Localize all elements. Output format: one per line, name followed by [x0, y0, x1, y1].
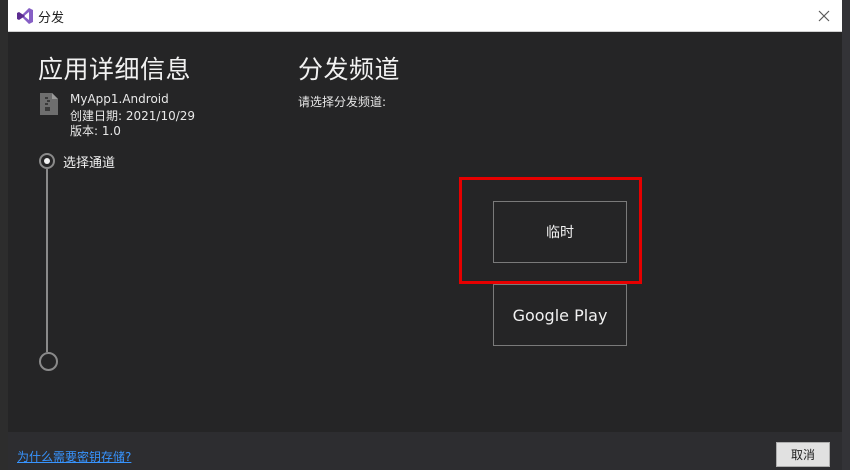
app-details-heading: 应用详细信息	[38, 55, 192, 84]
visual-studio-icon	[17, 8, 33, 24]
app-version: 版本: 1.0	[70, 124, 121, 138]
background-window-edge-right	[842, 0, 850, 470]
app-name: MyApp1.Android	[70, 92, 169, 106]
close-icon[interactable]	[814, 6, 834, 26]
step-indicator-active	[39, 153, 55, 169]
distribute-dialog: 分发 应用详细信息 MyApp1.Android 创建日期: 2021/10/2…	[8, 0, 842, 470]
step-label-select-channel: 选择通道	[63, 156, 116, 171]
channel-adhoc-label: 临时	[546, 225, 574, 241]
dialog-footer: 为什么需要密钥存储? 取消	[8, 432, 842, 470]
channel-heading: 分发频道	[298, 55, 401, 84]
channel-adhoc-button[interactable]: 临时	[493, 201, 627, 263]
archive-file-icon	[40, 93, 58, 115]
title-bar: 分发	[8, 0, 842, 32]
keystore-help-link[interactable]: 为什么需要密钥存储?	[17, 448, 131, 465]
channel-google-play-label: Google Play	[512, 305, 608, 325]
step-active-dot	[44, 158, 50, 164]
step-indicator-end	[39, 352, 58, 371]
step-progress-line	[46, 169, 48, 352]
cancel-button[interactable]: 取消	[776, 442, 830, 467]
window-title: 分发	[38, 11, 65, 26]
background-window-edge	[0, 0, 8, 470]
channel-instruction: 请选择分发频道:	[298, 95, 387, 109]
channel-google-play-button[interactable]: Google Play	[493, 284, 627, 346]
